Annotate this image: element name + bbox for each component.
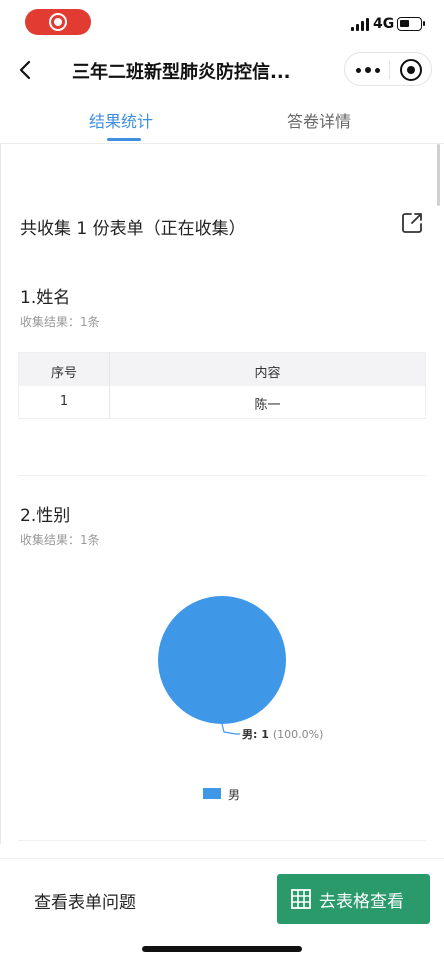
- pie-data-label: 男: 1 (100.0%): [242, 728, 323, 741]
- scrollbar[interactable]: [437, 144, 440, 206]
- home-indicator: [142, 946, 302, 952]
- gender-pie-chart: 男: 1 (100.0%): [140, 582, 370, 762]
- signal-icon: [351, 18, 369, 31]
- table-cell-content: 陈一: [254, 398, 281, 413]
- tab-results[interactable]: 结果统计: [89, 108, 153, 132]
- pie-slice[interactable]: [158, 596, 286, 724]
- pie-label-leader: [221, 723, 240, 735]
- mini-program-capsule: [344, 52, 432, 86]
- pie-label-percent: (100.0%): [273, 728, 324, 741]
- section-divider: [18, 475, 426, 476]
- view-in-sheet-label: 去表格查看: [319, 892, 404, 912]
- bottom-action-bar: 查看表单问题 去表格查看: [0, 858, 444, 960]
- left-edge-line: [0, 144, 1, 844]
- page-title: 三年二班新型肺炎防控信...: [72, 62, 291, 83]
- capsule-divider: [389, 61, 390, 79]
- more-icon[interactable]: [355, 61, 381, 79]
- table-cell-index: 1: [59, 394, 69, 409]
- column-header-index: 序号: [50, 366, 77, 381]
- record-icon: [49, 13, 67, 31]
- close-mini-program-icon[interactable]: [400, 59, 422, 81]
- app-screen: 4G 三年二班新型肺炎防控信... 结果统计 答卷详情 共收集 1 份表单（正在…: [0, 0, 444, 960]
- table-row: 1 陈一: [19, 386, 425, 418]
- question-result-count: 收集结果：1条: [20, 533, 100, 547]
- pie-label-category: 男: 1: [242, 728, 269, 741]
- network-type: 4G: [373, 16, 395, 32]
- battery-icon: [397, 17, 425, 31]
- tab-details[interactable]: 答卷详情: [287, 108, 351, 132]
- screen-recording-indicator[interactable]: [25, 9, 91, 35]
- column-header-content: 内容: [254, 366, 281, 381]
- section-divider: [18, 840, 426, 841]
- back-arrow-icon[interactable]: [14, 56, 38, 84]
- share-export-icon[interactable]: [400, 211, 424, 235]
- answer-table: 序号 内容 1 陈一: [18, 352, 426, 419]
- collection-summary: 共收集 1 份表单（正在收集）: [20, 219, 246, 239]
- view-form-questions-button[interactable]: 查看表单问题: [34, 888, 136, 913]
- table-divider: [109, 353, 110, 418]
- status-bar: 4G: [0, 0, 444, 46]
- legend-swatch: [203, 788, 221, 799]
- table-header: 序号 内容: [19, 353, 425, 386]
- question-title: 2.性别: [20, 506, 71, 526]
- nav-bar: 三年二班新型肺炎防控信...: [0, 46, 444, 94]
- view-in-sheet-button[interactable]: 去表格查看: [277, 874, 430, 924]
- table-grid-icon: [291, 889, 311, 909]
- question-result-count: 收集结果：1条: [20, 315, 100, 329]
- question-title: 1.姓名: [20, 288, 71, 308]
- tab-bar: 结果统计 答卷详情: [0, 94, 444, 144]
- active-tab-indicator: [107, 138, 141, 141]
- legend-label: 男: [228, 788, 241, 802]
- pie-chart-svg: 男: 1 (100.0%): [158, 596, 323, 741]
